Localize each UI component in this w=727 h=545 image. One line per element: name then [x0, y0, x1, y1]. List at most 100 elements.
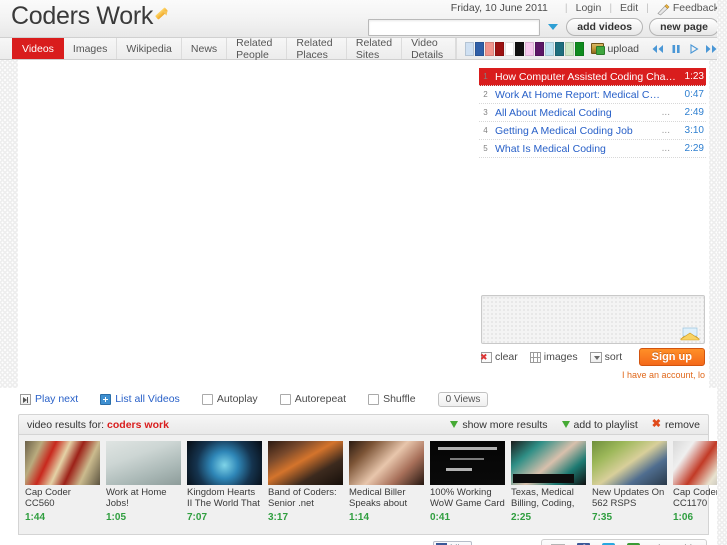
video-title: Texas, Medical Billing, Coding,: [511, 488, 575, 509]
player-stage: 1 How Computer Assisted Coding Chang... 1:…: [18, 60, 709, 388]
edit-link[interactable]: Edit: [620, 2, 638, 14]
shuffle-checkbox[interactable]: Shuffle: [368, 393, 416, 405]
video-results-grid: Cap Coder CC560 1:44 Work at Home Jobs! 1:0…: [18, 435, 727, 535]
video-result-card[interactable]: Band of Coders: Senior .net 3:17: [268, 441, 343, 528]
playlist-row-number: 5: [483, 144, 488, 153]
login-link[interactable]: Login: [576, 2, 602, 14]
upload-label: upload: [607, 42, 639, 55]
checkbox-box: [279, 393, 291, 405]
video-result-card[interactable]: Texas, Medical Billing, Coding, 2:25: [511, 441, 586, 528]
color-swatch-8[interactable]: [545, 41, 555, 56]
facebook-like-button[interactable]: f Like: [433, 541, 473, 545]
video-title: 100% Working WoW Game Card: [430, 488, 505, 509]
color-swatch-5[interactable]: [515, 41, 525, 56]
color-swatch-11[interactable]: [575, 41, 585, 56]
color-swatch-1[interactable]: [475, 41, 485, 56]
video-title: Work at Home Jobs!: [106, 488, 167, 509]
new-page-button[interactable]: new page: [649, 18, 719, 36]
autoplay-label: Autoplay: [216, 393, 258, 405]
clear-label: clear: [495, 351, 518, 363]
video-thumbnail[interactable]: [25, 441, 100, 485]
color-swatch-7[interactable]: [535, 41, 545, 56]
video-duration: 2:25: [511, 512, 532, 523]
have-account-link[interactable]: I have an account, lo: [609, 370, 705, 380]
checkbox-box: [201, 393, 213, 405]
tab-related-places[interactable]: Related Places: [287, 37, 347, 61]
shuffle-label: Shuffle: [383, 393, 416, 405]
video-thumbnail[interactable]: [349, 441, 424, 485]
video-thumbnail[interactable]: [268, 441, 343, 485]
playlist-row-number: 1: [483, 72, 488, 81]
video-result-card[interactable]: New Updates On 562 RSPS 7:35: [592, 441, 667, 528]
playlist-row[interactable]: 2 Work At Home Report: Medical Coding ...…: [479, 86, 706, 104]
video-player-area[interactable]: [18, 60, 478, 388]
down-arrow-icon: [450, 421, 459, 428]
site-brand[interactable]: Coders Work: [11, 2, 170, 31]
comment-input[interactable]: [481, 295, 705, 344]
tab-related-people[interactable]: Related People: [227, 37, 288, 61]
add-to-playlist-button[interactable]: add to playlist: [561, 419, 638, 431]
plus-icon: [100, 393, 112, 405]
tab-news[interactable]: News: [182, 38, 228, 59]
playlist-row-duration: 2:29: [684, 143, 704, 154]
playlist-row-number: 2: [483, 90, 488, 99]
video-thumbnail[interactable]: [511, 441, 586, 485]
video-result-card[interactable]: Work at Home Jobs! 1:05: [106, 441, 181, 528]
color-swatch-2[interactable]: [485, 41, 495, 56]
tab-related-sites[interactable]: Related Sites: [347, 37, 403, 61]
video-result-card[interactable]: 100% Working WoW Game Card 0:41: [430, 441, 505, 528]
play-icon[interactable]: [686, 42, 701, 56]
color-swatch-10[interactable]: [565, 41, 575, 56]
page-root: Coders Work Friday, 10 June 2011 | Login…: [0, 0, 727, 545]
playlist-row[interactable]: 1 How Computer Assisted Coding Chang... 1:…: [479, 68, 706, 86]
color-swatch-4[interactable]: [505, 41, 515, 56]
rewind-icon[interactable]: [650, 42, 665, 56]
video-result-card[interactable]: Kingdom Hearts II The World That 7:07: [187, 441, 262, 528]
share-bar[interactable]: f ShareThis: [541, 539, 707, 545]
video-thumbnail[interactable]: [592, 441, 667, 485]
checkbox-box: [368, 393, 380, 405]
feedback-link[interactable]: Feedback: [673, 2, 719, 14]
upload-icon: [591, 43, 606, 55]
tab-video-details[interactable]: Video Details: [402, 37, 457, 61]
play-next-button[interactable]: Play next: [20, 393, 78, 405]
signup-button[interactable]: Sign up: [638, 348, 705, 366]
video-result-card[interactable]: Medical Biller Speaks about 1:14: [349, 441, 424, 528]
tab-videos[interactable]: Videos: [12, 38, 64, 59]
mail-envelope-icon: [680, 326, 700, 341]
tab-images[interactable]: Images: [64, 38, 118, 59]
playlist-row-duration: 1:23: [684, 71, 704, 82]
playlist-row[interactable]: 4 Getting A Medical Coding Job... 3:10: [479, 122, 706, 140]
video-thumbnail[interactable]: [106, 441, 181, 485]
caret-down-icon[interactable]: [548, 24, 559, 30]
feedback-pencil-icon: [657, 4, 670, 16]
views-badge: 0 Views: [437, 391, 489, 407]
tab-wikipedia[interactable]: Wikipedia: [117, 38, 182, 59]
playlist-row[interactable]: 3 All About Medical Coding... 2:49: [479, 104, 706, 122]
sort-button[interactable]: sort: [589, 351, 622, 363]
autoplay-checkbox[interactable]: Autoplay: [201, 393, 258, 405]
upload-button[interactable]: upload: [591, 43, 639, 55]
video-duration: 7:07: [187, 512, 208, 523]
autorepeat-checkbox[interactable]: Autorepeat: [279, 393, 346, 405]
remove-button[interactable]: ✖ remove: [652, 419, 700, 431]
color-swatch-3[interactable]: [495, 41, 505, 56]
clear-button[interactable]: clear: [480, 351, 518, 363]
images-button[interactable]: images: [529, 351, 578, 363]
color-swatch-6[interactable]: [525, 41, 535, 56]
pause-icon[interactable]: [668, 42, 683, 56]
video-result-card[interactable]: Cap Coder CC560 1:44: [25, 441, 100, 528]
video-thumbnail[interactable]: [430, 441, 505, 485]
color-swatch-0[interactable]: [465, 41, 475, 56]
color-swatch-9[interactable]: [555, 41, 565, 56]
x-icon: ✖: [651, 418, 661, 430]
playlist: 1 How Computer Assisted Coding Chang... 1:…: [478, 68, 709, 158]
down-arrow-icon: [561, 421, 570, 428]
search-input[interactable]: [368, 18, 541, 36]
show-more-results-button[interactable]: show more results: [450, 419, 548, 431]
video-thumbnail[interactable]: [187, 441, 262, 485]
playlist-row[interactable]: 5 What Is Medical Coding... 2:29: [479, 140, 706, 158]
list-all-videos-button[interactable]: List all Videos: [100, 393, 180, 405]
divider: |: [564, 2, 568, 14]
add-videos-button[interactable]: add videos: [566, 18, 644, 36]
